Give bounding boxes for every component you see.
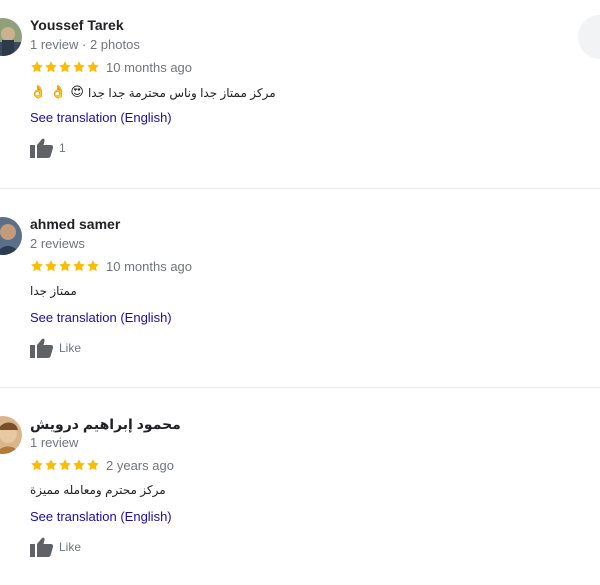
reviewer-meta: 2 reviews [30, 236, 85, 251]
see-translation-link[interactable]: See translation (English) [30, 110, 172, 125]
reviewer-name[interactable]: ahmed samer [30, 216, 120, 232]
avatar[interactable] [0, 217, 22, 255]
star-icon [73, 61, 85, 73]
avatar[interactable] [0, 416, 22, 454]
review-card: Youssef Tarek 1 review · 2 photos 10 mon… [0, 0, 600, 188]
star-rating [30, 60, 100, 74]
star-rating [30, 458, 100, 472]
like-button[interactable]: Like [30, 338, 81, 358]
like-button[interactable]: Like [30, 537, 81, 557]
ok-hand-emoji: 👌 [50, 85, 67, 100]
review-text: مركز محترم ومعامله مميزة [30, 483, 166, 497]
review-text-body: مركز ممتاز جدا وناس محترمة جدا جدا [87, 85, 276, 100]
review-text: 👌 👌 😍 مركز ممتاز جدا وناس محترمة جدا جدا [30, 85, 276, 100]
thumbs-up-icon [30, 537, 54, 557]
like-count: 1 [59, 141, 66, 155]
see-translation-link[interactable]: See translation (English) [30, 310, 172, 325]
star-icon [87, 260, 99, 272]
star-icon [31, 61, 43, 73]
star-icon [45, 459, 57, 471]
review-text-body: ممتاز جدا [30, 284, 77, 298]
star-icon [45, 260, 57, 272]
star-icon [59, 61, 71, 73]
star-icon [31, 459, 43, 471]
heart-eyes-emoji: 😍 [70, 85, 84, 100]
star-icon [73, 260, 85, 272]
review-date: 2 years ago [106, 458, 174, 473]
star-icon [59, 260, 71, 272]
like-button[interactable]: 1 [30, 138, 66, 158]
reviewer-meta: 1 review · 2 photos [30, 37, 140, 52]
review-date: 10 months ago [106, 259, 193, 274]
ok-hand-emoji: 👌 [30, 85, 47, 100]
like-label: Like [59, 341, 82, 355]
reviewer-name[interactable]: Youssef Tarek [30, 17, 124, 33]
review-card: ahmed samer 2 reviews 10 months ago ممتا… [0, 189, 600, 387]
star-icon [73, 459, 85, 471]
star-icon [31, 260, 43, 272]
reviewer-name[interactable]: محمود إبراهيم درويش [30, 416, 181, 433]
review-date: 10 months ago [106, 60, 193, 75]
star-icon [59, 459, 71, 471]
avatar[interactable] [0, 18, 22, 56]
star-rating [30, 259, 100, 273]
star-icon [45, 61, 57, 73]
review-text-body: مركز محترم ومعامله مميزة [30, 483, 166, 497]
star-icon [87, 459, 99, 471]
thumbs-up-icon [30, 138, 54, 158]
reviewer-meta: 1 review [30, 435, 79, 450]
review-card: محمود إبراهيم درويش 1 review 2 years ago… [0, 388, 600, 585]
star-icon [87, 61, 99, 73]
like-label: Like [59, 540, 82, 554]
see-translation-link[interactable]: See translation (English) [30, 509, 172, 524]
thumbs-up-icon [30, 338, 54, 358]
review-text: ممتاز جدا [30, 284, 77, 298]
